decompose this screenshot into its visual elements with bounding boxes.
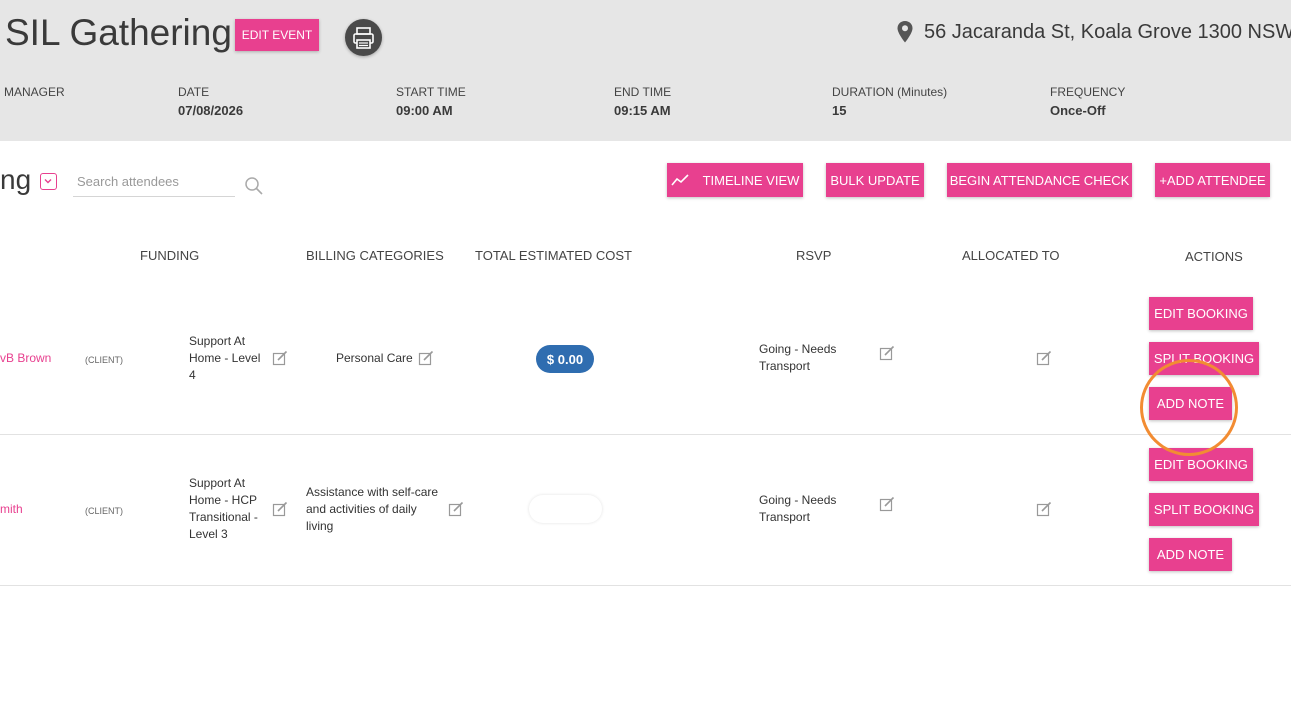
date-label: DATE	[178, 85, 210, 99]
billing-category: Personal Care	[336, 351, 413, 365]
meta-date: DATE 07/08/2026	[178, 85, 243, 118]
start-time-value: 09:00 AM	[396, 103, 453, 118]
add-note-button[interactable]: ADD NOTE	[1149, 387, 1232, 420]
edit-booking-button[interactable]: EDIT BOOKING	[1149, 448, 1253, 481]
frequency-label: FREQUENCY	[1050, 85, 1126, 99]
location-pin-icon	[897, 21, 913, 43]
add-attendee-button[interactable]: +ADD ATTENDEE	[1155, 163, 1270, 197]
column-header-allocated-to: ALLOCATED TO	[962, 248, 1060, 263]
row-divider	[0, 434, 1291, 435]
search-icon[interactable]	[244, 176, 264, 196]
edit-billing-icon[interactable]	[448, 501, 464, 517]
rsvp-status: Going - Needs Transport	[759, 492, 836, 526]
funding-line: Support At	[189, 334, 246, 348]
column-header-billing-categories: BILLING CATEGORIES	[306, 248, 444, 263]
rsvp-line: Transport	[759, 359, 810, 373]
meta-start-time: START TIME 09:00 AM	[396, 85, 466, 118]
timeline-view-label: TIMELINE VIEW	[702, 172, 800, 188]
rsvp-line: Going - Needs	[759, 342, 837, 356]
estimated-cost-badge	[529, 495, 602, 523]
printer-icon	[353, 27, 374, 49]
print-button[interactable]	[345, 19, 382, 56]
event-address: 56 Jacaranda St, Koala Grove 1300 NSW	[896, 20, 1291, 44]
estimated-cost-badge: $ 0.00	[536, 345, 594, 373]
duration-value: 15	[832, 103, 847, 118]
timeline-view-button[interactable]: TIMELINE VIEW	[667, 163, 803, 197]
date-value: 07/08/2026	[178, 103, 244, 118]
edit-event-button[interactable]: EDIT EVENT	[235, 19, 319, 51]
meta-frequency: FREQUENCY Once-Off	[1050, 85, 1125, 118]
add-note-button[interactable]: ADD NOTE	[1149, 538, 1232, 571]
row-divider	[0, 585, 1291, 586]
frequency-value: Once-Off	[1050, 103, 1106, 118]
funding-line: Transitional -	[189, 510, 258, 524]
funding-line: Support At	[189, 476, 246, 490]
edit-rsvp-icon[interactable]	[879, 496, 895, 512]
meta-manager: MANAGER	[4, 85, 65, 99]
funding-line: Home - HCP	[189, 493, 258, 507]
split-booking-button[interactable]: SPLIT BOOKING	[1149, 342, 1259, 375]
meta-end-time: END TIME 09:15 AM	[614, 85, 671, 118]
billing-line: and activities of daily	[306, 502, 417, 516]
timeline-icon	[670, 174, 689, 186]
manager-label: MANAGER	[4, 85, 65, 99]
edit-booking-button[interactable]: EDIT BOOKING	[1149, 297, 1253, 330]
search-attendees-input[interactable]	[73, 167, 235, 197]
chevron-down-icon	[44, 179, 52, 184]
attendee-type: (CLIENT)	[85, 355, 123, 365]
funding-line: Level 3	[189, 527, 228, 541]
column-header-actions: ACTIONS	[1185, 249, 1243, 264]
funding-line: 4	[189, 368, 196, 382]
attendee-type: (CLIENT)	[85, 506, 123, 516]
column-header-rsvp: RSVP	[796, 248, 832, 263]
event-title: SIL Gathering	[5, 12, 232, 53]
rsvp-status: Going - Needs Transport	[759, 341, 836, 375]
funding-cell: Support At Home - HCP Transitional - Lev…	[189, 475, 271, 543]
end-time-value: 09:15 AM	[614, 103, 671, 118]
edit-allocated-icon[interactable]	[1036, 501, 1052, 517]
attendee-name-link[interactable]: mith	[0, 501, 23, 518]
meta-duration: DURATION (Minutes) 15	[832, 85, 947, 118]
rsvp-line: Going - Needs	[759, 493, 837, 507]
start-time-label: START TIME	[396, 85, 466, 99]
column-header-funding: FUNDING	[140, 248, 200, 263]
address-text: 56 Jacaranda St, Koala Grove 1300 NSW	[924, 20, 1291, 43]
edit-funding-icon[interactable]	[272, 501, 288, 517]
edit-allocated-icon[interactable]	[1036, 350, 1052, 366]
bulk-update-button[interactable]: BULK UPDATE	[826, 163, 924, 197]
duration-label: DURATION (Minutes)	[832, 85, 948, 99]
funding-line: Home - Level	[189, 351, 261, 365]
filter-dropdown-button[interactable]	[40, 173, 57, 190]
begin-attendance-check-button[interactable]: BEGIN ATTENDANCE CHECK	[947, 163, 1132, 197]
column-header-total-estimated-cost: TOTAL ESTIMATED COST	[475, 248, 632, 263]
attendee-name-link[interactable]: vB Brown	[0, 350, 51, 367]
billing-line: living	[306, 519, 334, 533]
section-heading: ng	[0, 164, 32, 195]
rsvp-line: Transport	[759, 510, 810, 524]
edit-rsvp-icon[interactable]	[879, 345, 895, 361]
edit-billing-icon[interactable]	[418, 350, 434, 366]
end-time-label: END TIME	[614, 85, 672, 99]
billing-category: Assistance with self-care and activities…	[306, 484, 451, 535]
funding-cell: Support At Home - Level 4	[189, 333, 269, 384]
event-header: SIL Gathering EDIT EVENT 56 Jacaranda St…	[0, 0, 1291, 141]
edit-funding-icon[interactable]	[272, 350, 288, 366]
billing-line: Assistance with self-care	[306, 485, 439, 499]
split-booking-button[interactable]: SPLIT BOOKING	[1149, 493, 1259, 526]
